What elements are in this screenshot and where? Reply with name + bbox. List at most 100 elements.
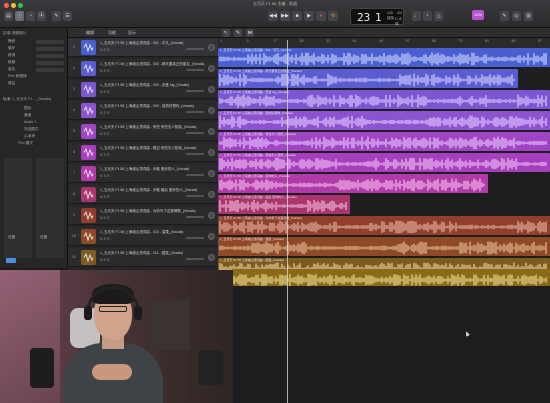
track-pan-knob[interactable] — [208, 128, 215, 135]
track-volume-fader[interactable] — [186, 90, 204, 92]
track-volume-fader[interactable] — [186, 216, 204, 218]
audio-region[interactable]: 1_五月天 F1 58 上海滩山顶词曲 - 那天要真正的朋友_(Vocals) — [218, 69, 518, 88]
track-header[interactable]: 5 1_五月天 F1 58 上海滩山顶词曲 - 有些 有些无人知晓_(Vocals… — [68, 122, 218, 141]
editors-button[interactable]: ✎ — [52, 11, 61, 21]
track-volume-fader[interactable] — [186, 195, 204, 197]
functions-menu[interactable]: 功能 — [108, 30, 116, 36]
track-header[interactable]: 2 1_五月天 F1 58 上海滩山顶词曲 - 002 - 那天要真正的朋友_(V… — [68, 59, 218, 78]
track-name[interactable]: 1_五月天 F1 58 上海滩山顶词曲 - 眼过 有些无人知晓_(Vocals) — [100, 146, 196, 151]
audio-region[interactable]: 1_五月天 F1 58 上海滩山顶词曲 - 有些无人知晓_(Vocals) — [218, 132, 550, 151]
inspector-field[interactable] — [36, 47, 64, 51]
lcd-display[interactable]: 23 1 120 保持 4/4 C 大调 — [350, 8, 404, 26]
channel-strip-left[interactable] — [4, 158, 32, 258]
track-mute-solo-buttons[interactable]: M S R — [100, 132, 109, 136]
audio-region[interactable] — [232, 269, 550, 286]
track-volume-fader[interactable] — [186, 237, 204, 239]
track-volume-fader[interactable] — [186, 132, 204, 134]
track-name[interactable]: 1_五月天 F1 58 上海滩山顶词曲 - 有些 有些无人知晓_(Vocals) — [100, 125, 196, 130]
track-mute-solo-buttons[interactable]: M S R — [100, 69, 109, 73]
track-pan-knob[interactable] — [208, 86, 215, 93]
track-name[interactable]: 1_五月天 F1 58 上海滩山顶词曲 - 步鞋 爱你的人_(Vocals) — [100, 167, 189, 172]
track-name[interactable]: 1_五月天 F1 58 上海滩山顶词曲 - 步鞋 最后 爱你的人_(Vocals… — [100, 188, 197, 193]
track-pan-knob[interactable] — [208, 149, 215, 156]
audio-region[interactable]: 1_五月天 F1 58 上海滩山顶词曲 - 有些无人知晓_(Vocals) — [218, 153, 550, 172]
cycle-icon[interactable]: ⟲ — [328, 11, 338, 21]
track-header[interactable]: 4 1_五月天 F1 58 上海滩山顶词曲 - 004 - 突然好想你_(Voca… — [68, 101, 218, 120]
audio-region[interactable]: 1_五月天 F1 58 上海滩山顶词曲 - 最后 爱你的人_(Vocals) — [218, 195, 350, 214]
arrange-area[interactable]: ↖ ✎ ⋈ 1 9 17 25 33 41 49 57 65 73 81 89 97 1_五月天 F1 … — [218, 28, 550, 403]
audio-region[interactable]: 1_五月天 F1 58 上海滩山顶词曲 - 温柔_(Vocals) — [218, 237, 550, 256]
track-header[interactable]: 1 1_五月天 F1 58 上海滩山顶词曲 - 001 - 平凡_(Vocals)… — [68, 38, 218, 57]
mute-button[interactable] — [6, 258, 16, 263]
rewind-icon[interactable]: ◀◀ — [268, 11, 278, 21]
play-icon[interactable]: ▶ — [304, 11, 314, 21]
audio-region[interactable]: 1_五月天 F1 58 上海滩山顶词曲 - 为你写下这首情歌_(Vocals) — [218, 216, 550, 235]
library-button[interactable]: ▤ — [4, 11, 13, 21]
track-pan-knob[interactable] — [208, 191, 215, 198]
track-pan-knob[interactable] — [208, 107, 215, 114]
fast-forward-icon[interactable]: ▶▶ — [280, 11, 290, 21]
track-mute-solo-buttons[interactable]: M S R — [100, 153, 109, 157]
track-header[interactable]: 9 1_五月天 F1 58 上海滩山顶词曲 - 为你写下这首情歌_(Vocals)… — [68, 206, 218, 225]
track-volume-fader[interactable] — [186, 174, 204, 176]
track-pan-knob[interactable] — [208, 212, 215, 219]
track-pan-knob[interactable] — [208, 254, 215, 261]
channel-strip-right[interactable] — [36, 158, 64, 258]
snap-icon[interactable]: ⋈ — [246, 29, 254, 37]
track-header[interactable]: 3 1_五月天 F1 58 上海滩山顶词曲 - 003 - 恋爱 ing_(Voc… — [68, 80, 218, 99]
count-in-button[interactable]: ⁴ — [423, 11, 432, 21]
track-volume-fader[interactable] — [186, 153, 204, 155]
strip-setting-label[interactable]: 设置 — [40, 235, 47, 240]
track-volume-fader[interactable] — [186, 258, 204, 260]
track-name[interactable]: 1_五月天 F1 58 上海滩山顶词曲 - 003 - 恋爱 ing_(Voca… — [100, 83, 189, 88]
region-inspector-title[interactable]: 区域: 视频影片 — [3, 31, 27, 36]
audio-region[interactable]: 1_五月天 F1 58 上海滩山顶词曲 - 爱你的人_(Vocals) — [218, 174, 488, 193]
track-header[interactable]: 8 1_五月天 F1 58 上海滩山顶词曲 - 步鞋 最后 爱你的人_(Vocal… — [68, 185, 218, 204]
track-pan-knob[interactable] — [208, 44, 215, 51]
track-header[interactable]: 7 1_五月天 F1 58 上海滩山顶词曲 - 步鞋 爱你的人_(Vocals) M… — [68, 164, 218, 183]
smart-controls-button[interactable]: ◔ — [26, 11, 35, 21]
track-mute-solo-buttons[interactable]: M S R — [100, 111, 109, 115]
track-volume-fader[interactable] — [186, 69, 204, 71]
audio-region[interactable]: 1_五月天 F1 58 上海滩山顶词曲 - 突然好想你_(Vocals) — [218, 111, 550, 130]
edit-menu[interactable]: 编辑 — [86, 30, 94, 36]
notepad-button[interactable]: ✎ — [500, 11, 509, 21]
track-header[interactable]: 11 1_五月天 F1 58 上海滩山顶词曲 - 011 - 倔强_(Vocals… — [68, 248, 218, 267]
audio-region[interactable]: 1_五月天 F1 58 上海滩山顶词曲 - 恋爱 ing_(Vocals) — [218, 90, 550, 109]
track-mute-solo-buttons[interactable]: M S R — [100, 195, 109, 199]
inspector-field[interactable] — [36, 61, 64, 65]
stop-icon[interactable]: ■ — [292, 11, 302, 21]
track-header[interactable]: 6 1_五月天 F1 58 上海滩山顶词曲 - 眼过 有些无人知晓_(Vocals… — [68, 143, 218, 162]
track-name[interactable]: 1_五月天 F1 58 上海滩山顶词曲 - 004 - 突然好想你_(Vocal… — [100, 104, 194, 109]
browser-button[interactable]: ▥ — [524, 11, 533, 21]
strip-setting-label[interactable]: 设置 — [8, 235, 15, 240]
track-name[interactable]: 1_五月天 F1 58 上海滩山顶词曲 - 001 - 平凡_(Vocals) — [100, 41, 183, 46]
playhead[interactable] — [287, 40, 288, 403]
pointer-tool-icon[interactable]: ↖ — [222, 29, 230, 37]
metronome-button[interactable]: △ — [434, 11, 443, 21]
track-name[interactable]: 1_五月天 F1 58 上海滩山顶词曲 - 011 - 倔强_(Vocals) — [100, 251, 183, 256]
track-mute-solo-buttons[interactable]: M S R — [100, 237, 109, 241]
loop-browser-button[interactable]: ◎ — [512, 11, 521, 21]
track-name[interactable]: 1_五月天 F1 58 上海滩山顶词曲 - 002 - 那天要真正的朋友_(Vo… — [100, 62, 204, 67]
track-pan-knob[interactable] — [208, 65, 215, 72]
track-mute-solo-buttons[interactable]: M S R — [100, 48, 109, 52]
pencil-tool-icon[interactable]: ✎ — [234, 29, 242, 37]
inspector-field[interactable] — [36, 40, 64, 44]
record-icon[interactable]: ● — [316, 11, 326, 21]
track-mute-solo-buttons[interactable]: M S R — [100, 258, 109, 262]
track-name[interactable]: 1_五月天 F1 58 上海滩山顶词曲 - 为你写下这首情歌_(Vocals) — [100, 209, 196, 214]
view-menu[interactable]: 显示 — [128, 30, 136, 36]
mixer-button[interactable]: ⦿ — [37, 11, 46, 21]
track-mute-solo-buttons[interactable]: M S R — [100, 90, 109, 94]
track-pan-knob[interactable] — [208, 233, 215, 240]
inspector-field[interactable] — [36, 54, 64, 58]
inspector-button[interactable]: ⓘ — [15, 11, 24, 21]
audio-region[interactable]: 1_五月天 F1 58 上海滩山顶词曲 - 001 - 平凡_(Vocals) — [218, 48, 550, 67]
tuner-button[interactable]: ♩ — [412, 11, 421, 21]
inspector-field[interactable] — [36, 68, 64, 72]
track-pan-knob[interactable] — [208, 170, 215, 177]
track-volume-fader[interactable] — [186, 48, 204, 50]
track-header[interactable]: 10 1_五月天 F1 58 上海滩山顶词曲 - 010 - 温柔_(Vocals… — [68, 227, 218, 246]
badge-button[interactable]: 1234 — [472, 10, 484, 20]
